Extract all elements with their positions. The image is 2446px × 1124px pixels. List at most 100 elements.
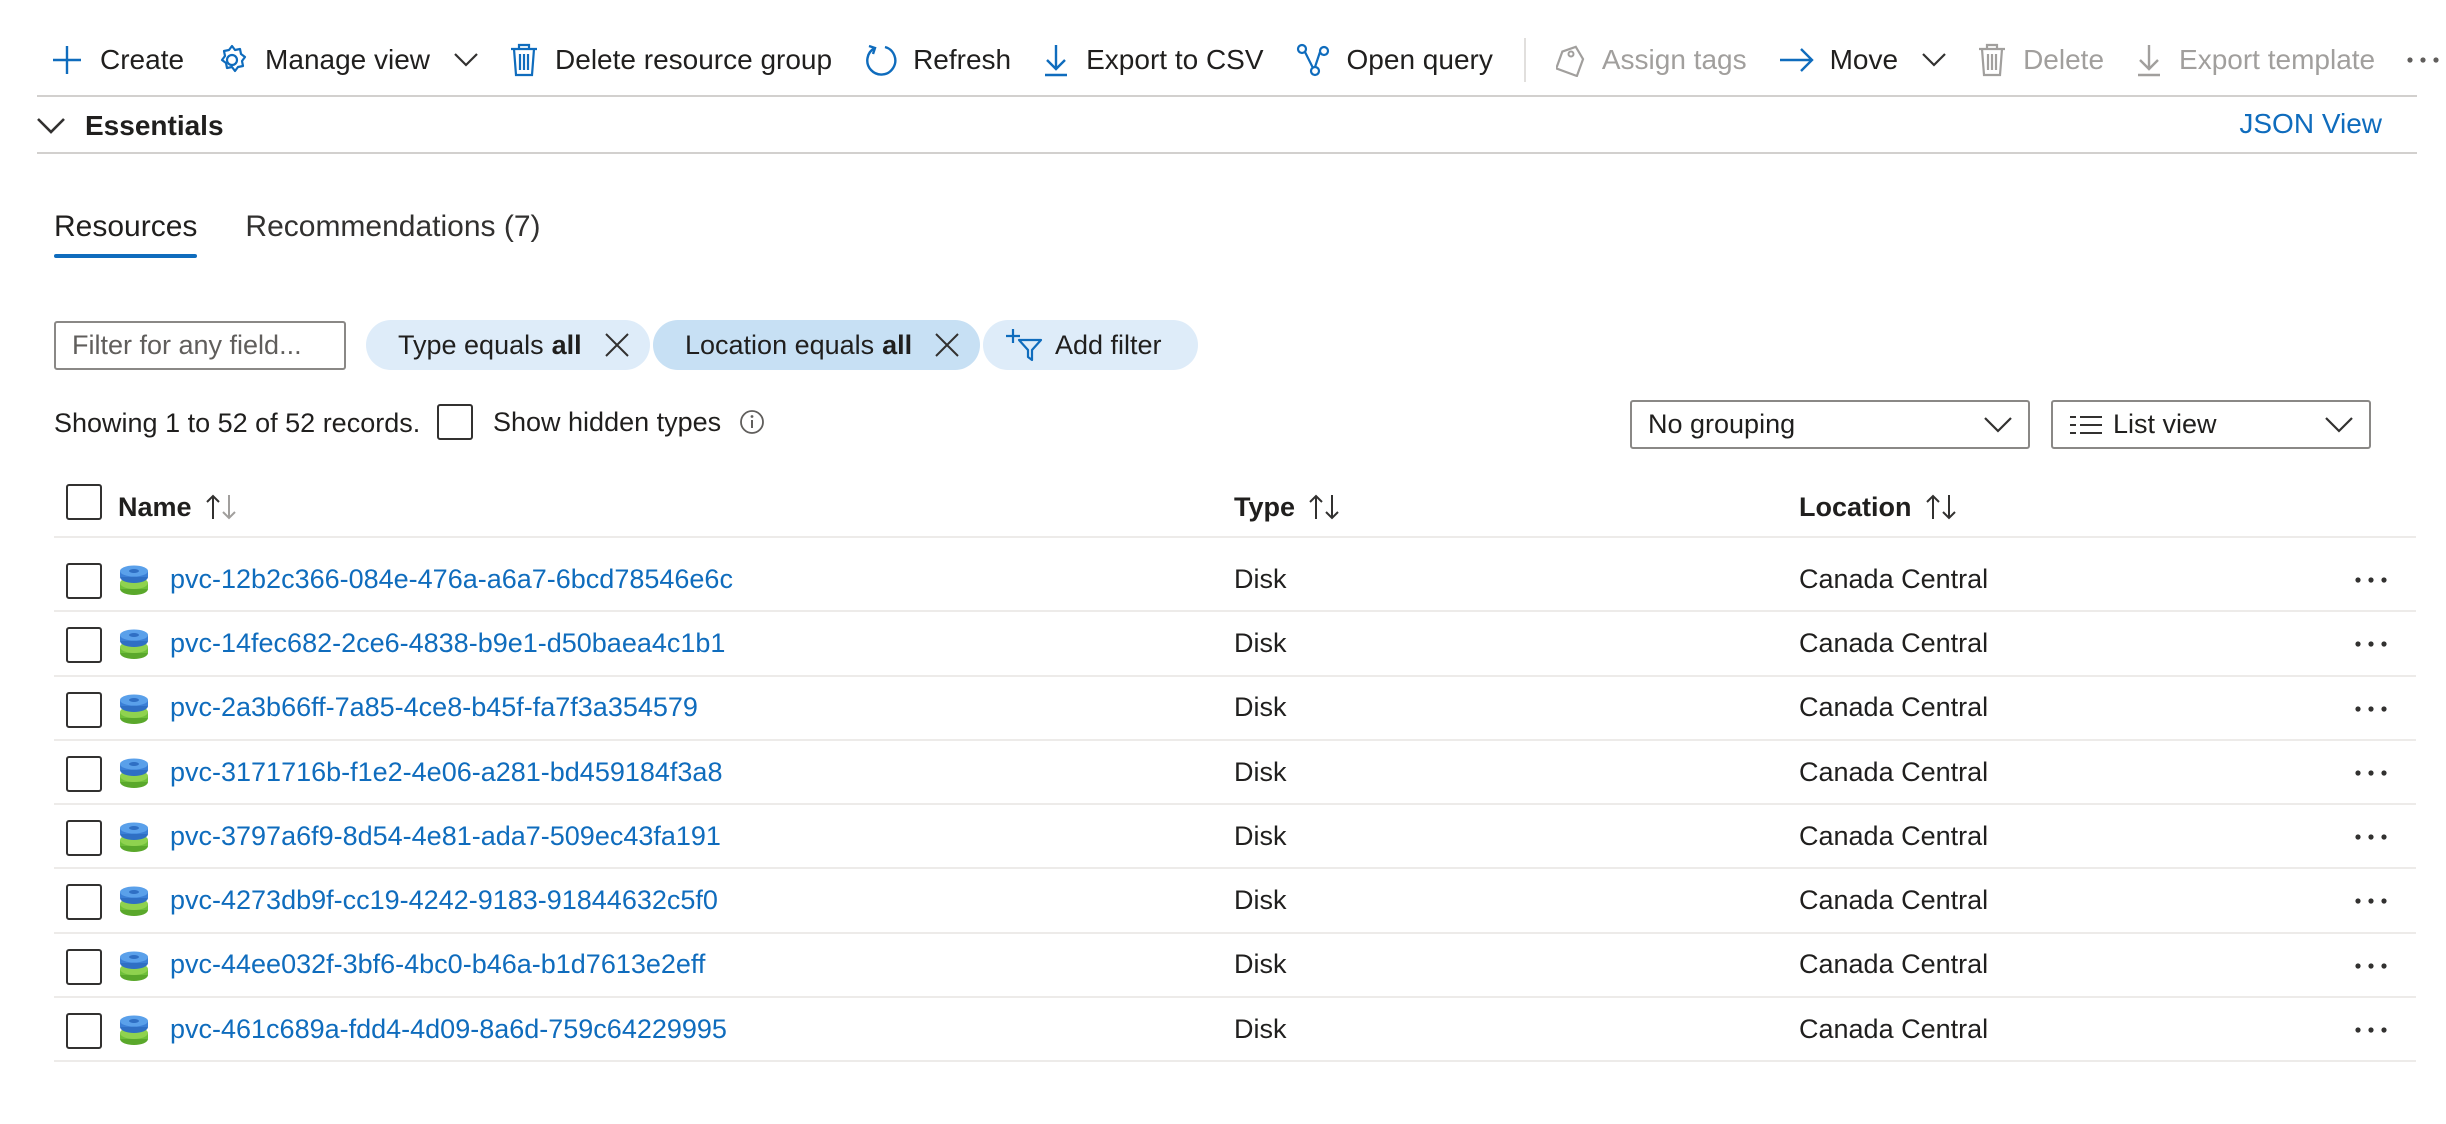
resource-location: Canada Central [1799, 692, 1989, 723]
name-column-header[interactable]: Name [118, 492, 238, 523]
name-header-label: Name [118, 491, 192, 522]
chevron-down-icon [1922, 53, 1946, 67]
resource-type: Disk [1234, 949, 1287, 980]
tab-resources[interactable]: Resources [54, 210, 198, 258]
sort-icon [1307, 493, 1341, 521]
row-checkbox[interactable] [66, 948, 102, 985]
json-view-link[interactable]: JSON View [2239, 108, 2382, 140]
refresh-button[interactable]: Refresh [863, 43, 1011, 77]
resource-name-link[interactable]: pvc-3797a6f9-8d54-4e81-ada7-509ec43fa191 [170, 821, 721, 852]
ellipsis-icon[interactable] [2354, 820, 2388, 854]
tab-recommendations[interactable]: Recommendations (7) [245, 210, 540, 258]
select-all-checkbox[interactable] [66, 484, 102, 520]
table-row[interactable]: pvc-4273db9f-cc19-4242-9183-91844632c5f0… [54, 869, 2416, 934]
resource-name-link[interactable]: pvc-4273db9f-cc19-4242-9183-91844632c5f0 [170, 885, 718, 916]
resource-name-link[interactable]: pvc-12b2c366-084e-476a-a6a7-6bcd78546e6c [170, 564, 733, 595]
sort-ascending-icon [204, 493, 238, 521]
create-button[interactable]: Create [50, 43, 184, 77]
row-checkbox[interactable] [66, 884, 102, 921]
ellipsis-icon[interactable] [2354, 884, 2388, 918]
query-icon [1295, 42, 1331, 78]
more-commands-button[interactable] [2406, 56, 2440, 64]
view-mode-dropdown[interactable]: List view [2051, 400, 2371, 449]
table-row[interactable]: pvc-3797a6f9-8d54-4e81-ada7-509ec43fa191… [54, 805, 2416, 870]
location-filter-pill[interactable]: Location equals all [653, 320, 981, 370]
row-checkbox[interactable] [66, 1013, 102, 1050]
open-query-button[interactable]: Open query [1295, 42, 1493, 78]
row-checkbox[interactable] [66, 691, 102, 728]
export-template-label: Export template [2179, 44, 2376, 75]
table-row[interactable]: pvc-2a3b66ff-7a85-4ce8-b45f-fa7f3a354579… [54, 677, 2416, 741]
essentials-section: Essentials JSON View [37, 106, 2417, 146]
add-filter-icon [1005, 328, 1043, 362]
show-hidden-types-checkbox[interactable] [437, 404, 473, 440]
table-row[interactable]: pvc-44ee032f-3bf6-4bc0-b46a-b1d7613e2eff… [54, 934, 2416, 999]
ellipsis-icon[interactable] [2354, 627, 2388, 661]
info-icon[interactable] [739, 409, 765, 435]
resource-name-link[interactable]: pvc-3171716b-f1e2-4e06-a281-bd459184f3a8 [170, 757, 722, 788]
resource-name-link[interactable]: pvc-14fec682-2ce6-4838-b9e1-d50baea4c1b1 [170, 628, 725, 659]
disk-icon [118, 758, 150, 790]
chevron-down-icon[interactable] [37, 118, 65, 134]
plus-icon [50, 43, 84, 77]
location-filter-value: all [882, 329, 913, 360]
delete-resource-group-button[interactable]: Delete resource group [509, 42, 832, 78]
export-csv-button[interactable]: Export to CSV [1042, 43, 1264, 77]
table-row[interactable]: pvc-461c689a-fdd4-4d09-8a6d-759c64229995… [54, 998, 2416, 1063]
resource-name-link[interactable]: pvc-2a3b66ff-7a85-4ce8-b45f-fa7f3a354579 [170, 692, 698, 723]
move-label: Move [1829, 44, 1899, 75]
resources-table: Name Type Location pvc-12b2c366-084e-476… [54, 478, 2416, 1063]
table-row[interactable]: pvc-14fec682-2ce6-4838-b9e1-d50baea4c1b1… [54, 612, 2416, 677]
row-checkbox[interactable] [66, 755, 102, 792]
trash-icon [1977, 42, 2007, 78]
grouping-value: No grouping [1648, 409, 1796, 439]
show-hidden-types-label: Show hidden types [493, 406, 722, 437]
show-hidden-types: Show hidden types [437, 404, 765, 440]
row-checkbox[interactable] [66, 627, 102, 664]
ellipsis-icon[interactable] [2354, 756, 2388, 790]
refresh-label: Refresh [913, 44, 1012, 75]
location-column-header[interactable]: Location [1799, 492, 1958, 523]
gear-icon [215, 43, 249, 77]
table-row[interactable] [54, 1062, 2416, 1074]
ellipsis-icon[interactable] [2354, 563, 2388, 597]
tab-list: Resources Recommendations (7) [54, 210, 589, 258]
table-row[interactable]: pvc-12b2c366-084e-476a-a6a7-6bcd78546e6c… [54, 548, 2416, 613]
create-label: Create [100, 44, 185, 75]
row-checkbox[interactable] [66, 820, 102, 857]
add-filter-button[interactable]: Add filter [983, 320, 1198, 370]
delete-button[interactable]: Delete [1977, 42, 2104, 78]
close-icon[interactable] [604, 332, 630, 358]
move-button[interactable]: Move [1778, 44, 1946, 76]
table-body: pvc-12b2c366-084e-476a-a6a7-6bcd78546e6c… [54, 548, 2416, 1074]
type-filter-pill[interactable]: Type equals all [366, 320, 650, 370]
close-icon[interactable] [934, 332, 960, 358]
add-filter-label: Add filter [1055, 329, 1162, 360]
disk-icon [118, 951, 150, 983]
toolbar-divider [1523, 38, 1526, 82]
export-template-button[interactable]: Export template [2135, 43, 2375, 77]
resource-location: Canada Central [1799, 949, 1989, 980]
manage-view-button[interactable]: Manage view [215, 43, 478, 77]
chevron-down-icon [2325, 416, 2353, 433]
ellipsis-icon[interactable] [2354, 692, 2388, 726]
filter-input[interactable] [54, 321, 346, 370]
ellipsis-icon[interactable] [2354, 1013, 2388, 1047]
disk-icon [118, 565, 150, 597]
resource-type: Disk [1234, 756, 1287, 787]
toolbar-divider-line [37, 95, 2417, 97]
chevron-down-icon [1984, 416, 2012, 433]
assign-tags-button[interactable]: Assign tags [1555, 43, 1747, 77]
table-row[interactable]: pvc-3171716b-f1e2-4e06-a281-bd459184f3a8… [54, 741, 2416, 806]
sort-icon [1924, 493, 1958, 521]
delete-label: Delete [2023, 44, 2105, 75]
grouping-dropdown[interactable]: No grouping [1630, 400, 2030, 449]
type-column-header[interactable]: Type [1234, 492, 1341, 523]
resource-name-link[interactable]: pvc-461c689a-fdd4-4d09-8a6d-759c64229995 [170, 1014, 727, 1045]
row-checkbox[interactable] [66, 563, 102, 599]
ellipsis-icon[interactable] [2354, 949, 2388, 983]
resource-location: Canada Central [1799, 1013, 1989, 1044]
resource-type: Disk [1234, 627, 1287, 658]
resource-location: Canada Central [1799, 627, 1989, 658]
resource-name-link[interactable]: pvc-44ee032f-3bf6-4bc0-b46a-b1d7613e2eff [170, 949, 705, 980]
